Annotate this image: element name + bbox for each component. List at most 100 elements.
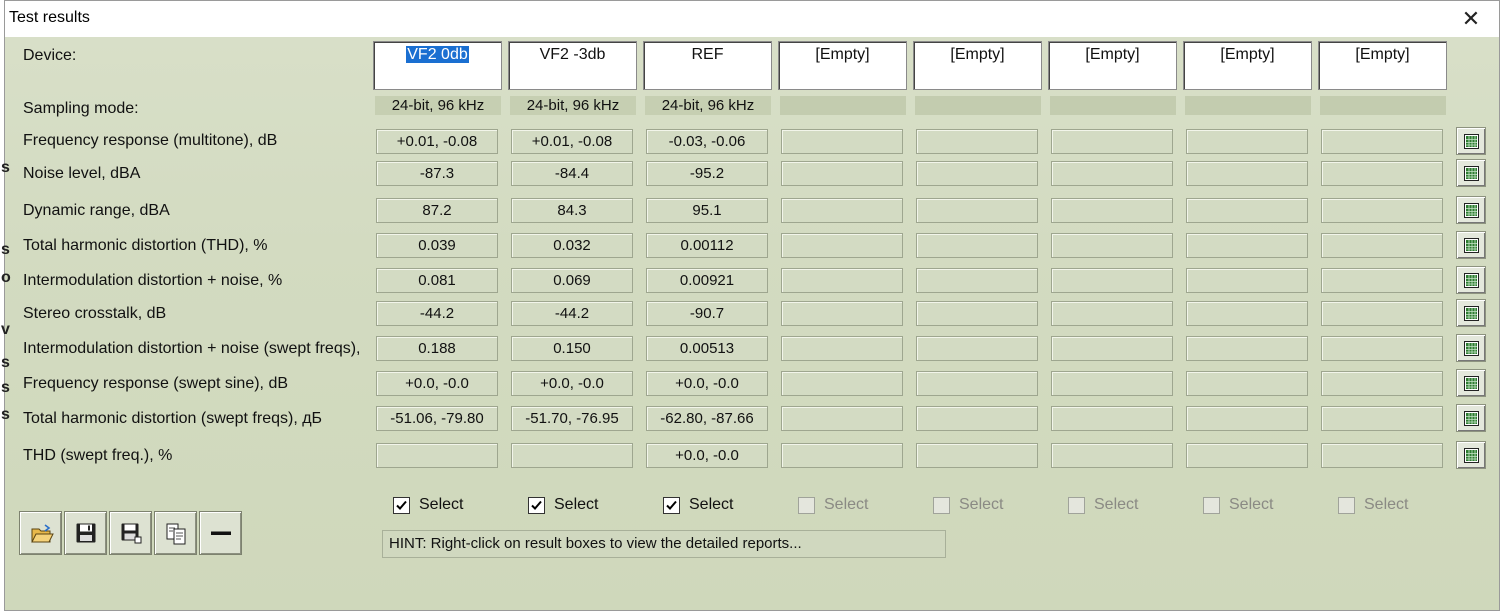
result-cell[interactable]: -62.80, -87.66: [646, 406, 768, 431]
checkbox-box[interactable]: [933, 497, 950, 514]
remove-button[interactable]: [199, 511, 242, 555]
result-cell[interactable]: [781, 198, 903, 223]
result-cell[interactable]: [781, 268, 903, 293]
result-cell[interactable]: [1321, 198, 1443, 223]
result-cell[interactable]: [1321, 443, 1443, 468]
result-cell[interactable]: [781, 161, 903, 186]
result-cell[interactable]: [781, 443, 903, 468]
result-cell[interactable]: [1186, 198, 1308, 223]
result-cell[interactable]: 84.3: [511, 198, 633, 223]
result-cell[interactable]: -51.70, -76.95: [511, 406, 633, 431]
show-graph-button[interactable]: [1456, 441, 1486, 469]
device-name-field[interactable]: [Empty]: [913, 41, 1042, 90]
result-cell[interactable]: -84.4: [511, 161, 633, 186]
show-graph-button[interactable]: [1456, 127, 1486, 155]
show-graph-button[interactable]: [1456, 159, 1486, 187]
save-button[interactable]: [64, 511, 107, 555]
checkbox-box[interactable]: [663, 497, 680, 514]
show-graph-button[interactable]: [1456, 266, 1486, 294]
result-cell[interactable]: [1321, 406, 1443, 431]
result-cell[interactable]: -0.03, -0.06: [646, 129, 768, 154]
result-cell[interactable]: [916, 406, 1038, 431]
copy-button[interactable]: [154, 511, 197, 555]
result-cell[interactable]: 95.1: [646, 198, 768, 223]
result-cell[interactable]: [1051, 161, 1173, 186]
result-cell[interactable]: [1051, 198, 1173, 223]
result-cell[interactable]: [916, 443, 1038, 468]
close-icon[interactable]: ✕: [1459, 7, 1483, 31]
result-cell[interactable]: [916, 301, 1038, 326]
result-cell[interactable]: [1186, 129, 1308, 154]
result-cell[interactable]: -44.2: [376, 301, 498, 326]
result-cell[interactable]: 0.032: [511, 233, 633, 258]
result-cell[interactable]: [1321, 301, 1443, 326]
device-name-field[interactable]: [Empty]: [1318, 41, 1447, 90]
result-cell[interactable]: [376, 443, 498, 468]
result-cell[interactable]: [781, 336, 903, 361]
result-cell[interactable]: [1321, 129, 1443, 154]
show-graph-button[interactable]: [1456, 334, 1486, 362]
result-cell[interactable]: [1051, 336, 1173, 361]
result-cell[interactable]: [1321, 336, 1443, 361]
result-cell[interactable]: 87.2: [376, 198, 498, 223]
result-cell[interactable]: [916, 129, 1038, 154]
result-cell[interactable]: -95.2: [646, 161, 768, 186]
result-cell[interactable]: +0.0, -0.0: [646, 371, 768, 396]
result-cell[interactable]: 0.081: [376, 268, 498, 293]
result-cell[interactable]: [1186, 301, 1308, 326]
result-cell[interactable]: [1051, 301, 1173, 326]
result-cell[interactable]: [781, 233, 903, 258]
result-cell[interactable]: 0.00921: [646, 268, 768, 293]
result-cell[interactable]: [1186, 233, 1308, 258]
result-cell[interactable]: [1186, 406, 1308, 431]
result-cell[interactable]: [1051, 406, 1173, 431]
checkbox-box[interactable]: [1068, 497, 1085, 514]
result-cell[interactable]: [1051, 233, 1173, 258]
result-cell[interactable]: [781, 406, 903, 431]
result-cell[interactable]: -51.06, -79.80: [376, 406, 498, 431]
device-name-field[interactable]: REF: [643, 41, 772, 90]
checkbox-box[interactable]: [1338, 497, 1355, 514]
result-cell[interactable]: +0.0, -0.0: [646, 443, 768, 468]
show-graph-button[interactable]: [1456, 196, 1486, 224]
result-cell[interactable]: [916, 336, 1038, 361]
result-cell[interactable]: -44.2: [511, 301, 633, 326]
result-cell[interactable]: [1186, 161, 1308, 186]
device-name-field[interactable]: [Empty]: [778, 41, 907, 90]
result-cell[interactable]: 0.039: [376, 233, 498, 258]
show-graph-button[interactable]: [1456, 369, 1486, 397]
save-as-button[interactable]: [109, 511, 152, 555]
result-cell[interactable]: [1186, 268, 1308, 293]
result-cell[interactable]: [916, 268, 1038, 293]
result-cell[interactable]: [916, 198, 1038, 223]
checkbox-box[interactable]: [528, 497, 545, 514]
device-name-field[interactable]: [Empty]: [1048, 41, 1177, 90]
result-cell[interactable]: 0.00513: [646, 336, 768, 361]
result-cell[interactable]: [1321, 268, 1443, 293]
show-graph-button[interactable]: [1456, 231, 1486, 259]
result-cell[interactable]: [1321, 161, 1443, 186]
result-cell[interactable]: +0.01, -0.08: [511, 129, 633, 154]
result-cell[interactable]: 0.069: [511, 268, 633, 293]
open-button[interactable]: [19, 511, 62, 555]
result-cell[interactable]: [1186, 443, 1308, 468]
result-cell[interactable]: 0.188: [376, 336, 498, 361]
result-cell[interactable]: [1321, 371, 1443, 396]
checkbox-box[interactable]: [798, 497, 815, 514]
result-cell[interactable]: [1051, 371, 1173, 396]
device-name-field[interactable]: VF2 0db: [373, 41, 502, 90]
result-cell[interactable]: [511, 443, 633, 468]
result-cell[interactable]: [1051, 129, 1173, 154]
result-cell[interactable]: [916, 161, 1038, 186]
result-cell[interactable]: +0.0, -0.0: [511, 371, 633, 396]
result-cell[interactable]: [1186, 371, 1308, 396]
device-name-field[interactable]: [Empty]: [1183, 41, 1312, 90]
result-cell[interactable]: -90.7: [646, 301, 768, 326]
result-cell[interactable]: +0.0, -0.0: [376, 371, 498, 396]
result-cell[interactable]: [1051, 443, 1173, 468]
result-cell[interactable]: [916, 371, 1038, 396]
result-cell[interactable]: [781, 371, 903, 396]
result-cell[interactable]: [1051, 268, 1173, 293]
result-cell[interactable]: [916, 233, 1038, 258]
result-cell[interactable]: [781, 301, 903, 326]
